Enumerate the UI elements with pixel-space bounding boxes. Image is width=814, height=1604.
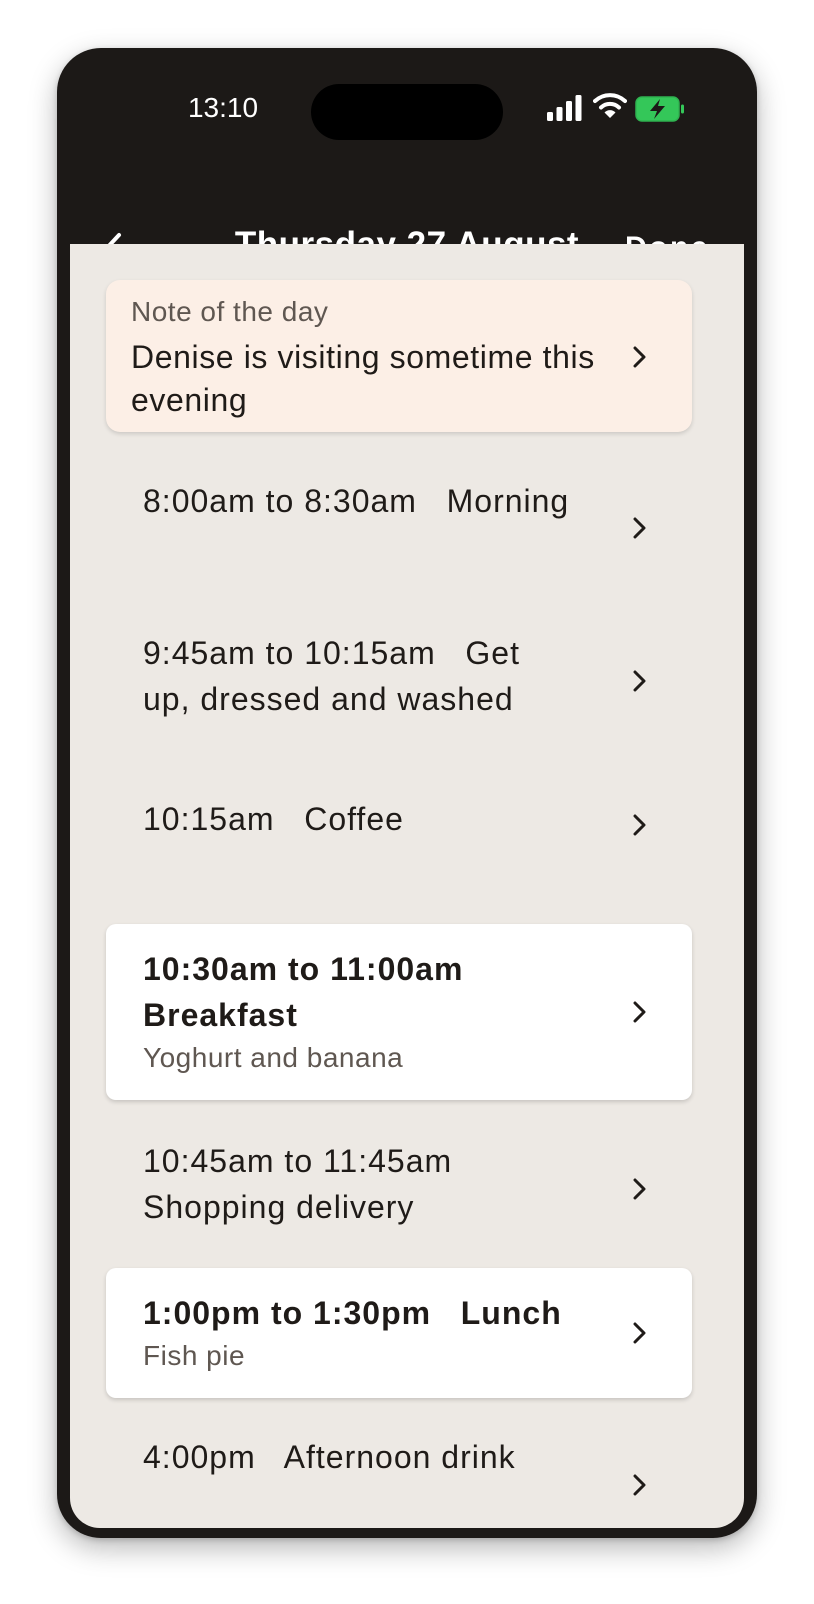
status-bar: 13:10 <box>57 48 757 168</box>
chevron-right-icon <box>633 517 646 539</box>
item-title: 10:45am to 11:45am Shopping delivery <box>143 1143 453 1225</box>
item-title: 10:30am to 11:00am Breakfast <box>143 951 464 1033</box>
schedule-item-breakfast[interactable]: 10:30am to 11:00am Breakfast Yoghurt and… <box>106 924 692 1100</box>
item-title: 4:00pm Afternoon drink <box>143 1439 516 1475</box>
item-subtitle: Yoghurt and banana <box>143 1042 404 1073</box>
chevron-right-icon <box>633 1474 646 1496</box>
item-title: 8:00am to 8:30am Morning <box>143 483 570 519</box>
item-title: 10:15am Coffee <box>143 801 404 837</box>
chevron-right-icon <box>633 670 646 692</box>
schedule-screen: Note of the day Denise is visiting somet… <box>70 244 744 1528</box>
schedule-item-coffee[interactable]: 10:15am Coffee <box>106 784 692 866</box>
chevron-right-icon <box>633 346 646 368</box>
item-title: 1:00pm to 1:30pm Lunch <box>143 1295 562 1331</box>
note-of-the-day-card[interactable]: Note of the day Denise is visiting somet… <box>106 280 692 432</box>
status-time: 13:10 <box>187 92 259 123</box>
note-text: Denise is visiting sometime this evening <box>131 339 595 418</box>
schedule-item-morning[interactable]: 8:00am to 8:30am Morning <box>106 464 692 584</box>
chevron-right-icon <box>633 1322 646 1344</box>
chevron-right-icon <box>633 1001 646 1023</box>
item-title: 9:45am to 10:15am Get up, dressed and wa… <box>143 635 520 717</box>
phone-frame: 13:10 Thursday 27 August Done Note of th… <box>57 48 757 1538</box>
schedule-item-shopping-delivery[interactable]: 10:45am to 11:45am Shopping delivery <box>106 1132 692 1260</box>
schedule-item-afternoon-drink[interactable]: 4:00pm Afternoon drink <box>106 1434 692 1524</box>
schedule-item-lunch[interactable]: 1:00pm to 1:30pm Lunch Fish pie <box>106 1268 692 1398</box>
dynamic-island <box>311 84 503 140</box>
schedule-item-get-up[interactable]: 9:45am to 10:15am Get up, dressed and wa… <box>106 616 692 740</box>
chevron-right-icon <box>633 814 646 836</box>
item-subtitle: Fish pie <box>143 1340 246 1371</box>
note-label: Note of the day <box>131 296 329 327</box>
chevron-right-icon <box>633 1178 646 1200</box>
battery-charging-icon <box>635 96 684 122</box>
wifi-icon <box>593 93 627 118</box>
cellular-signal-icon <box>547 95 582 121</box>
